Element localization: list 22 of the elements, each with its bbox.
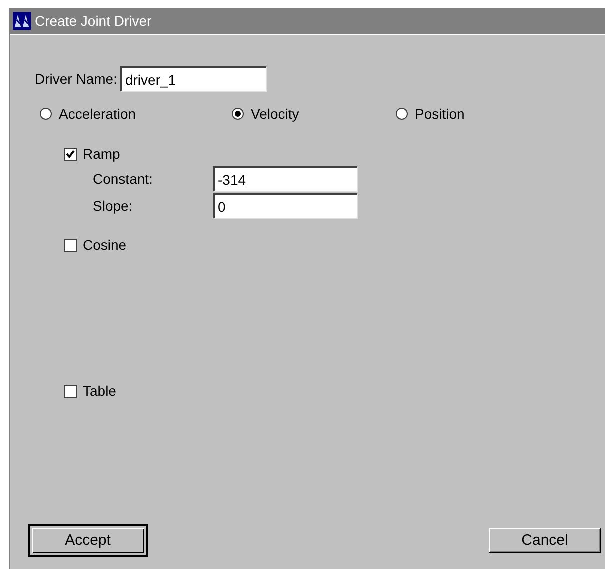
driver-name-label: Driver Name: [35,71,118,87]
driver-name-field[interactable]: driver_1 [120,66,268,92]
checkbox-label: Table [83,383,116,399]
accept-button[interactable]: Accept [28,524,148,557]
cancel-button[interactable]: Cancel [489,528,601,553]
checkbox[interactable] [64,148,77,160]
parameter-field[interactable]: 0 [213,193,358,219]
window-title: Create Joint Driver [35,13,152,29]
radio-button[interactable] [232,108,244,120]
parameter-label: Slope: [93,198,134,214]
app-icon [13,12,31,30]
radio-label: Acceleration [59,106,136,122]
checkbox-label: Cosine [83,237,127,253]
checkbox[interactable] [64,384,77,398]
radio-label: Velocity [251,106,300,122]
radio-button[interactable] [40,108,52,120]
checkbox-label: Ramp [83,146,120,162]
checkbox[interactable] [64,238,77,252]
radio-button[interactable] [396,108,408,120]
parameter-field[interactable]: -314 [213,166,358,192]
radio-label: Position [415,106,465,122]
parameter-label: Constant: [93,171,154,187]
